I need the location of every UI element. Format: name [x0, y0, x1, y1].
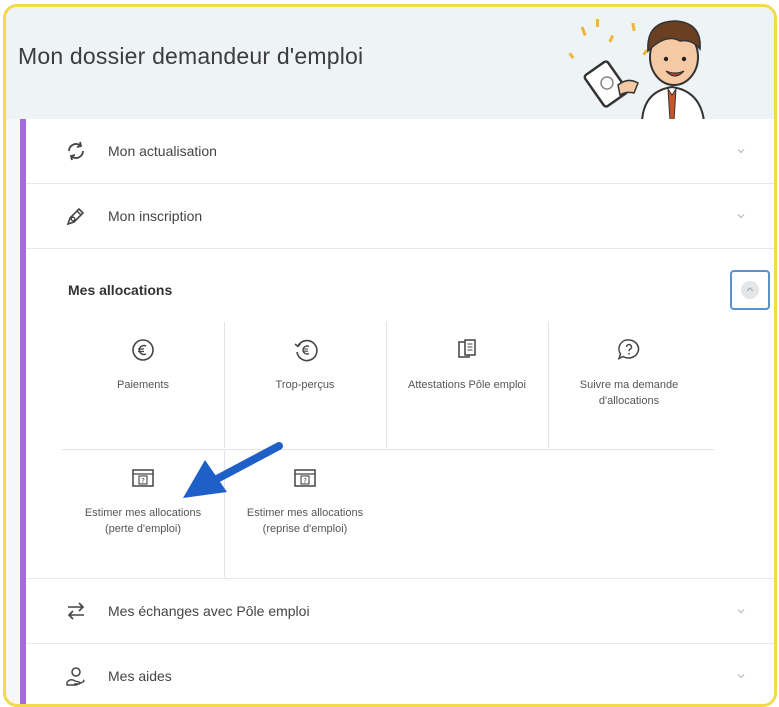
question-folder-icon: ? [294, 469, 316, 487]
dossier-header: Mon dossier demandeur d'emploi [6, 7, 774, 121]
chevron-down-icon [737, 149, 745, 154]
chevron-up-icon [741, 281, 759, 299]
section-label: Mes aides [108, 668, 172, 684]
question-folder-icon: ? [132, 469, 154, 487]
hands-icon [66, 667, 85, 686]
section-mon-actualisation[interactable]: Mon actualisation [26, 119, 774, 184]
tile-label: Estimer mes allocations (reprise d'emplo… [246, 507, 364, 535]
annotation-arrow-icon [183, 442, 283, 498]
documents-icon [458, 339, 476, 358]
tile-label: Estimer mes allocations (perte d'emploi) [84, 507, 202, 535]
tile-label: Trop-perçus [275, 379, 335, 391]
section-mes-echanges[interactable]: Mes échanges avec Pôle emploi [26, 579, 774, 644]
tile-paiements[interactable]: Paiements [62, 337, 224, 393]
euro-return-icon [294, 339, 318, 362]
refresh-icon [68, 141, 84, 161]
section-mes-aides[interactable]: Mes aides [26, 644, 774, 704]
question-bubble-icon [617, 339, 640, 360]
mascot-illustration [568, 19, 706, 121]
section-label: Mes échanges avec Pôle emploi [108, 603, 310, 619]
exchange-icon [67, 602, 85, 620]
svg-text:?: ? [303, 477, 307, 485]
dossier-card: Mon dossier demandeur d'emploi Mon actua… [3, 4, 777, 707]
tile-label: Suivre ma demande d'allocations [579, 379, 679, 407]
tile-attestations[interactable]: Attestations Pôle emploi [386, 337, 548, 393]
tile-divider [62, 449, 714, 450]
section-label: Mon actualisation [108, 143, 217, 159]
dossier-sections: Mon actualisation Mon inscription Mes al… [20, 119, 774, 704]
chevron-down-icon [737, 609, 745, 614]
chevron-down-icon [737, 214, 745, 219]
page-title: Mon dossier demandeur d'emploi [18, 43, 364, 69]
tile-trop-percus[interactable]: Trop-perçus [224, 337, 386, 393]
svg-text:?: ? [141, 477, 145, 485]
chevron-down-icon [737, 674, 745, 679]
collapse-allocations-button[interactable] [730, 270, 770, 310]
euro-icon [132, 339, 154, 361]
section-mon-inscription[interactable]: Mon inscription [26, 184, 774, 249]
section-mes-allocations-title[interactable]: Mes allocations [68, 282, 172, 298]
section-label: Mon inscription [108, 208, 203, 224]
tile-suivre-demande[interactable]: Suivre ma demande d'allocations [548, 337, 710, 409]
tile-label: Attestations Pôle emploi [407, 379, 526, 391]
pen-icon [66, 207, 85, 226]
tile-label: Paiements [117, 379, 169, 391]
